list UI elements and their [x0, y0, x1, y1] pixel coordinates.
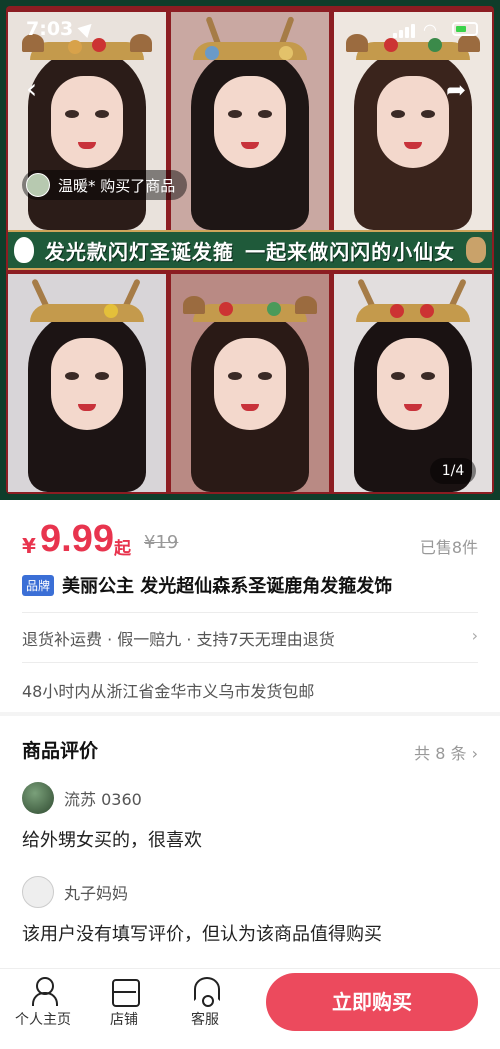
divider: [22, 662, 478, 663]
buyer-avatar: [26, 173, 50, 197]
reviewer-name: 丸子妈妈: [64, 884, 129, 903]
product-title: 美丽公主 发光超仙森系圣诞鹿角发箍发饰: [62, 576, 393, 597]
original-price: ¥19: [144, 532, 179, 553]
review-user: 流苏 0360: [22, 782, 142, 814]
photo-tile: [171, 12, 329, 230]
headset-icon: [190, 975, 220, 1007]
status-bar: 7:03 ◠: [0, 14, 500, 44]
price-suffix: 起: [114, 539, 131, 559]
image-page-indicator: 1/4: [430, 458, 476, 484]
price-row: ¥ 9.99 起 ¥19 已售8件: [22, 518, 478, 562]
reviewer-avatar: [22, 782, 54, 814]
sold-count: 已售8件: [419, 538, 478, 557]
shop-label: 店铺: [110, 1012, 138, 1028]
product-title-row: 品牌 美丽公主 发光超仙森系圣诞鹿角发箍发饰: [22, 572, 482, 598]
review-text: 该用户没有填写评价，但认为该商品值得购买: [22, 924, 382, 945]
banner-text-right: 一起来做闪闪的小仙女: [245, 239, 456, 264]
status-time: 7:03: [26, 18, 74, 40]
shop-icon: [109, 975, 140, 1007]
bottom-action-bar: 个人主页 店铺 客服 立即购买: [0, 968, 500, 1049]
profile-button[interactable]: 个人主页: [8, 975, 78, 1029]
review-user: 丸子妈妈: [22, 876, 128, 908]
back-button[interactable]: ‹: [26, 75, 52, 103]
photo-tile: [8, 274, 166, 492]
location-arrow-icon: [77, 18, 97, 39]
currency-symbol: ¥: [22, 534, 36, 558]
snowman-icon: [13, 237, 34, 263]
shipping-info: 48小时内从浙江省金华市义乌市发货包邮: [22, 682, 315, 701]
photo-tile: [334, 12, 492, 230]
battery-icon: [452, 22, 478, 36]
photo-tile: [171, 274, 329, 492]
chevron-right-icon: ›: [471, 626, 478, 645]
buy-now-button[interactable]: 立即购买: [266, 973, 478, 1031]
reviews-heading: 商品评价: [22, 740, 99, 762]
reviews-count: 共 8 条: [414, 744, 467, 763]
chevron-right-icon: ›: [471, 744, 478, 763]
banner-text-left: 发光款闪灯圣诞发箍: [44, 239, 234, 264]
cellular-signal-icon: [393, 24, 415, 38]
wifi-icon: ◠: [423, 20, 437, 39]
share-arrow-icon: ➦: [446, 76, 467, 104]
promo-banner: 发光款闪灯圣诞发箍 一起来做闪闪的小仙女: [8, 230, 492, 270]
reviews-count-link[interactable]: 共 8 条 ›: [414, 740, 478, 764]
review-text: 给外甥女买的，很喜欢: [22, 830, 202, 851]
reviewer-avatar: [22, 876, 54, 908]
shop-button[interactable]: 店铺: [89, 975, 159, 1029]
current-price: 9.99: [40, 518, 114, 560]
profile-label: 个人主页: [15, 1012, 71, 1028]
divider: [22, 612, 478, 613]
share-button[interactable]: ➦: [446, 76, 476, 104]
customer-service-button[interactable]: 客服: [170, 975, 240, 1029]
chevron-left-icon: ‹: [26, 72, 38, 105]
product-image-gallery[interactable]: 发光款闪灯圣诞发箍 一起来做闪闪的小仙女 7:03 ◠ ‹ ➦ 温暖* 购买了商…: [0, 0, 500, 500]
brand-badge: 品牌: [22, 574, 55, 596]
reindeer-icon: [466, 237, 487, 263]
customer-service-label: 客服: [191, 1012, 219, 1028]
service-guarantees-row[interactable]: 退货补运费 · 假一赔九 · 支持7天无理由退货 ›: [22, 626, 478, 650]
recent-purchase-toast: 温暖* 购买了商品: [22, 170, 188, 200]
reviews-section: 商品评价 共 8 条 › 流苏 0360 给外甥女买的，很喜欢 丸子妈妈 该用户…: [0, 716, 500, 968]
person-icon: [28, 975, 58, 1006]
reviewer-name: 流苏 0360: [64, 790, 142, 809]
recent-purchase-text: 温暖* 购买了商品: [58, 176, 176, 195]
service-guarantees-text: 退货补运费 · 假一赔九 · 支持7天无理由退货: [22, 630, 335, 649]
product-info-section: ¥ 9.99 起 ¥19 已售8件 品牌 美丽公主 发光超仙森系圣诞鹿角发箍发饰…: [0, 500, 500, 712]
